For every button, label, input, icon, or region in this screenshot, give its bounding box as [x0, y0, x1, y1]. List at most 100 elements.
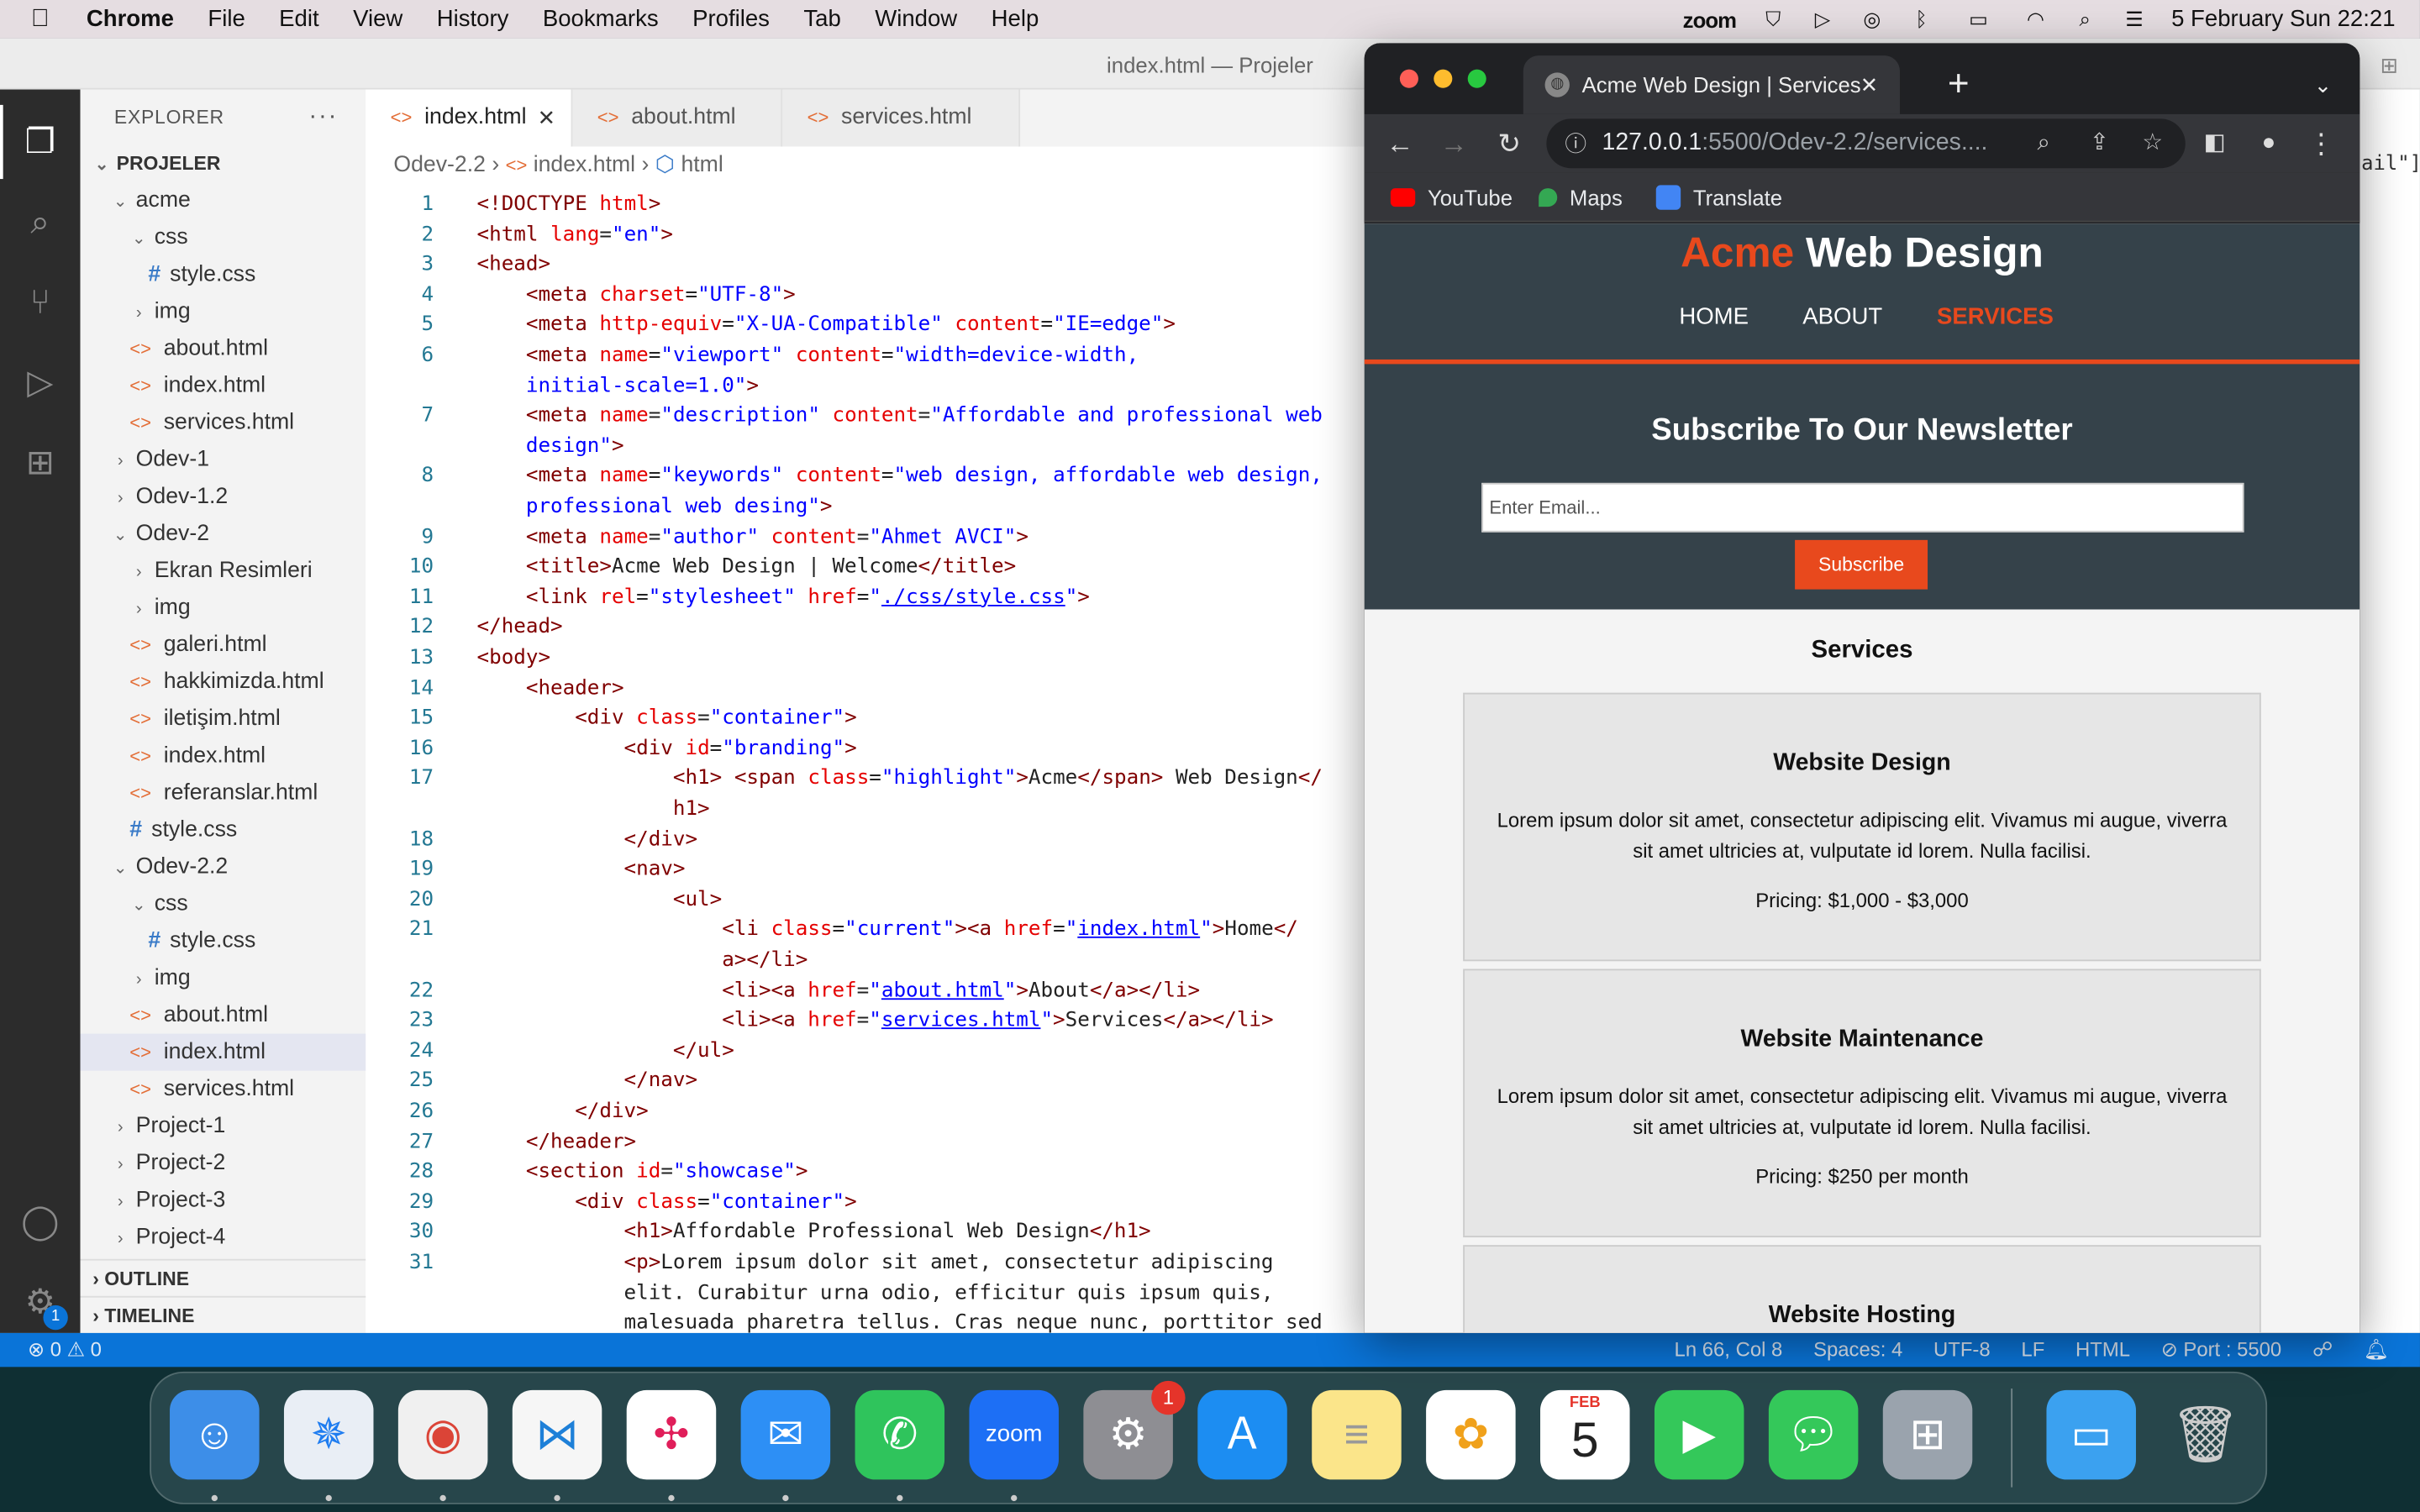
- facetime-icon[interactable]: ▶: [1654, 1389, 1744, 1480]
- encoding[interactable]: UTF-8: [1933, 1333, 1991, 1367]
- zoom-window-button[interactable]: [1467, 69, 1486, 88]
- menu-view[interactable]: View: [353, 6, 402, 32]
- tree-item[interactable]: <> hakkimizda.html: [81, 664, 366, 701]
- side-panel-icon[interactable]: ◧: [2197, 114, 2231, 173]
- live-server-port[interactable]: ⊘ Port : 5500: [2161, 1333, 2281, 1367]
- tree-item[interactable]: <> services.html: [81, 404, 366, 441]
- breadcrumb-symbol[interactable]: html: [681, 153, 723, 177]
- tree-item[interactable]: ⌄ acme: [81, 182, 366, 219]
- code-line[interactable]: <meta charset="UTF-8">: [477, 284, 796, 307]
- code-line[interactable]: a></li>: [477, 949, 808, 973]
- breadcrumb-file[interactable]: index.html: [534, 153, 635, 177]
- menu-app-name[interactable]: Chrome: [87, 6, 174, 32]
- zoom-menu-icon[interactable]: zoom: [1683, 7, 1737, 31]
- close-window-button[interactable]: [1399, 69, 1418, 88]
- tree-item[interactable]: › Ekran Resimleri: [81, 553, 366, 590]
- site-info-icon[interactable]: ⓘ: [1565, 118, 1586, 168]
- problems-indicator[interactable]: ⊗ 0 ⚠ 0: [28, 1333, 102, 1367]
- timeline-section[interactable]: › TIMELINE: [80, 1295, 366, 1333]
- vscode-icon[interactable]: ⋈: [512, 1389, 602, 1480]
- menu-window[interactable]: Window: [875, 6, 957, 32]
- code-line[interactable]: <ul>: [477, 889, 722, 912]
- code-line[interactable]: malesuada pharetra tellus. Cras neque nu…: [477, 1312, 1323, 1336]
- zoom-app-icon[interactable]: zoom: [969, 1389, 1059, 1480]
- code-line[interactable]: <meta name="viewport" content="width=dev…: [477, 344, 1139, 368]
- code-line[interactable]: <li><a href="services.html">Services</a>…: [477, 1010, 1273, 1033]
- tree-item[interactable]: # style.css: [81, 811, 366, 848]
- minimap[interactable]: [1343, 223, 1365, 532]
- code-line[interactable]: <body>: [477, 647, 551, 670]
- extensions-icon[interactable]: ⊞: [15, 438, 65, 488]
- tree-item[interactable]: ⌄ css: [81, 219, 366, 256]
- code-line[interactable]: </ul>: [477, 1040, 734, 1063]
- code-line[interactable]: <link rel="stylesheet" href="./css/style…: [477, 586, 1090, 610]
- accessibility-icon[interactable]: ◎: [1860, 8, 1884, 30]
- code-line[interactable]: <header>: [477, 677, 624, 701]
- code-line[interactable]: <div class="container">: [477, 707, 857, 731]
- code-line[interactable]: <h1>Affordable Professional Web Design</…: [477, 1221, 1151, 1245]
- close-icon[interactable]: ✕: [538, 90, 556, 147]
- tab-search-icon[interactable]: ⌄: [2314, 55, 2333, 114]
- files-icon[interactable]: ❐: [0, 104, 65, 180]
- language-mode[interactable]: HTML: [2075, 1333, 2130, 1367]
- code-line[interactable]: </div>: [477, 1100, 649, 1124]
- tree-item[interactable]: <> index.html: [80, 1033, 366, 1071]
- indentation[interactable]: Spaces: 4: [1813, 1333, 1902, 1367]
- feedback-icon[interactable]: ☍: [2312, 1333, 2333, 1367]
- new-tab-button[interactable]: +: [1948, 55, 1970, 114]
- code-line[interactable]: <li><a href="about.html">About</a></li>: [477, 979, 1200, 1003]
- nav-about[interactable]: ABOUT: [1802, 304, 1882, 330]
- menu-profiles[interactable]: Profiles: [692, 6, 770, 32]
- code-line[interactable]: <div id="branding">: [477, 738, 857, 761]
- code-line[interactable]: elit. Curabitur urna odio, efficitur qui…: [477, 1282, 1274, 1305]
- launchpad-icon[interactable]: ⊞: [1882, 1389, 1973, 1480]
- mail-icon[interactable]: ✉: [740, 1389, 831, 1480]
- tree-item[interactable]: <> index.html: [81, 367, 366, 404]
- minimize-window-button[interactable]: [1434, 69, 1453, 88]
- code-line[interactable]: </header>: [477, 1131, 636, 1154]
- close-tab-icon[interactable]: ✕: [1860, 55, 1879, 114]
- gear-icon[interactable]: ⚙ 1: [15, 1278, 68, 1331]
- layout-icon[interactable]: ⊞: [2381, 39, 2399, 92]
- notes-icon[interactable]: ≡: [1312, 1389, 1402, 1480]
- trash-icon[interactable]: 🗑︎: [2160, 1390, 2250, 1480]
- code-line[interactable]: <nav>: [477, 858, 686, 882]
- tab-index-html[interactable]: <> index.html ✕: [366, 89, 573, 147]
- nav-home[interactable]: HOME: [1679, 304, 1749, 330]
- photos-icon[interactable]: ✿: [1426, 1389, 1516, 1480]
- tree-item[interactable]: <> about.html: [81, 997, 366, 1034]
- battery-icon[interactable]: ▭: [1959, 8, 1999, 30]
- code-line[interactable]: <meta name="description" content="Afford…: [477, 405, 1323, 428]
- back-icon[interactable]: ←: [1383, 114, 1417, 173]
- code-line[interactable]: <meta http-equiv="X-UA-Compatible" conte…: [477, 314, 1176, 338]
- cursor-position[interactable]: Ln 66, Col 8: [1675, 1333, 1783, 1367]
- reload-icon[interactable]: ↻: [1492, 114, 1526, 173]
- slack-icon[interactable]: ✣: [626, 1389, 717, 1480]
- code-line[interactable]: <h1> <span class="highlight">Acme</span>…: [477, 768, 1323, 791]
- tab-about-html[interactable]: <> about.html: [572, 89, 783, 147]
- code-line[interactable]: <meta name="author" content="Ahmet AVCI"…: [477, 526, 1028, 549]
- code-line[interactable]: <head>: [477, 254, 551, 277]
- bookmark-translate[interactable]: Translate: [1655, 173, 1782, 223]
- profile-icon[interactable]: ●: [2252, 114, 2286, 173]
- forward-icon[interactable]: →: [1437, 114, 1470, 173]
- calendar-icon[interactable]: FEB 5: [1540, 1389, 1630, 1480]
- whatsapp-icon[interactable]: ✆: [855, 1389, 945, 1480]
- code-line[interactable]: <p>Lorem ipsum dolor sit amet, consectet…: [477, 1252, 1274, 1275]
- menu-edit[interactable]: Edit: [279, 6, 318, 32]
- browser-tab[interactable]: ◍ Acme Web Design | Services ✕: [1523, 55, 1900, 114]
- tree-item[interactable]: › Project-3: [81, 1182, 366, 1219]
- code-line[interactable]: h1>: [477, 798, 710, 822]
- finder-icon[interactable]: ☺: [170, 1389, 260, 1480]
- breadcrumb-folder[interactable]: Odev-2.2: [393, 153, 486, 177]
- tree-item[interactable]: › img: [81, 293, 366, 330]
- code-line[interactable]: <li class="current"><a href="index.html"…: [477, 919, 1298, 942]
- tree-item[interactable]: › img: [81, 959, 366, 996]
- notifications-icon[interactable]: 🔔︎: [2364, 1333, 2389, 1367]
- play-icon[interactable]: ▷: [1810, 8, 1834, 30]
- bookmark-youtube[interactable]: YouTube: [1390, 173, 1512, 223]
- menu-file[interactable]: File: [208, 6, 245, 32]
- messages-icon[interactable]: 💬︎: [1768, 1389, 1859, 1480]
- tree-item[interactable]: ⌄ css: [81, 885, 366, 922]
- system-settings-icon[interactable]: ⚙ 1: [1083, 1380, 1186, 1480]
